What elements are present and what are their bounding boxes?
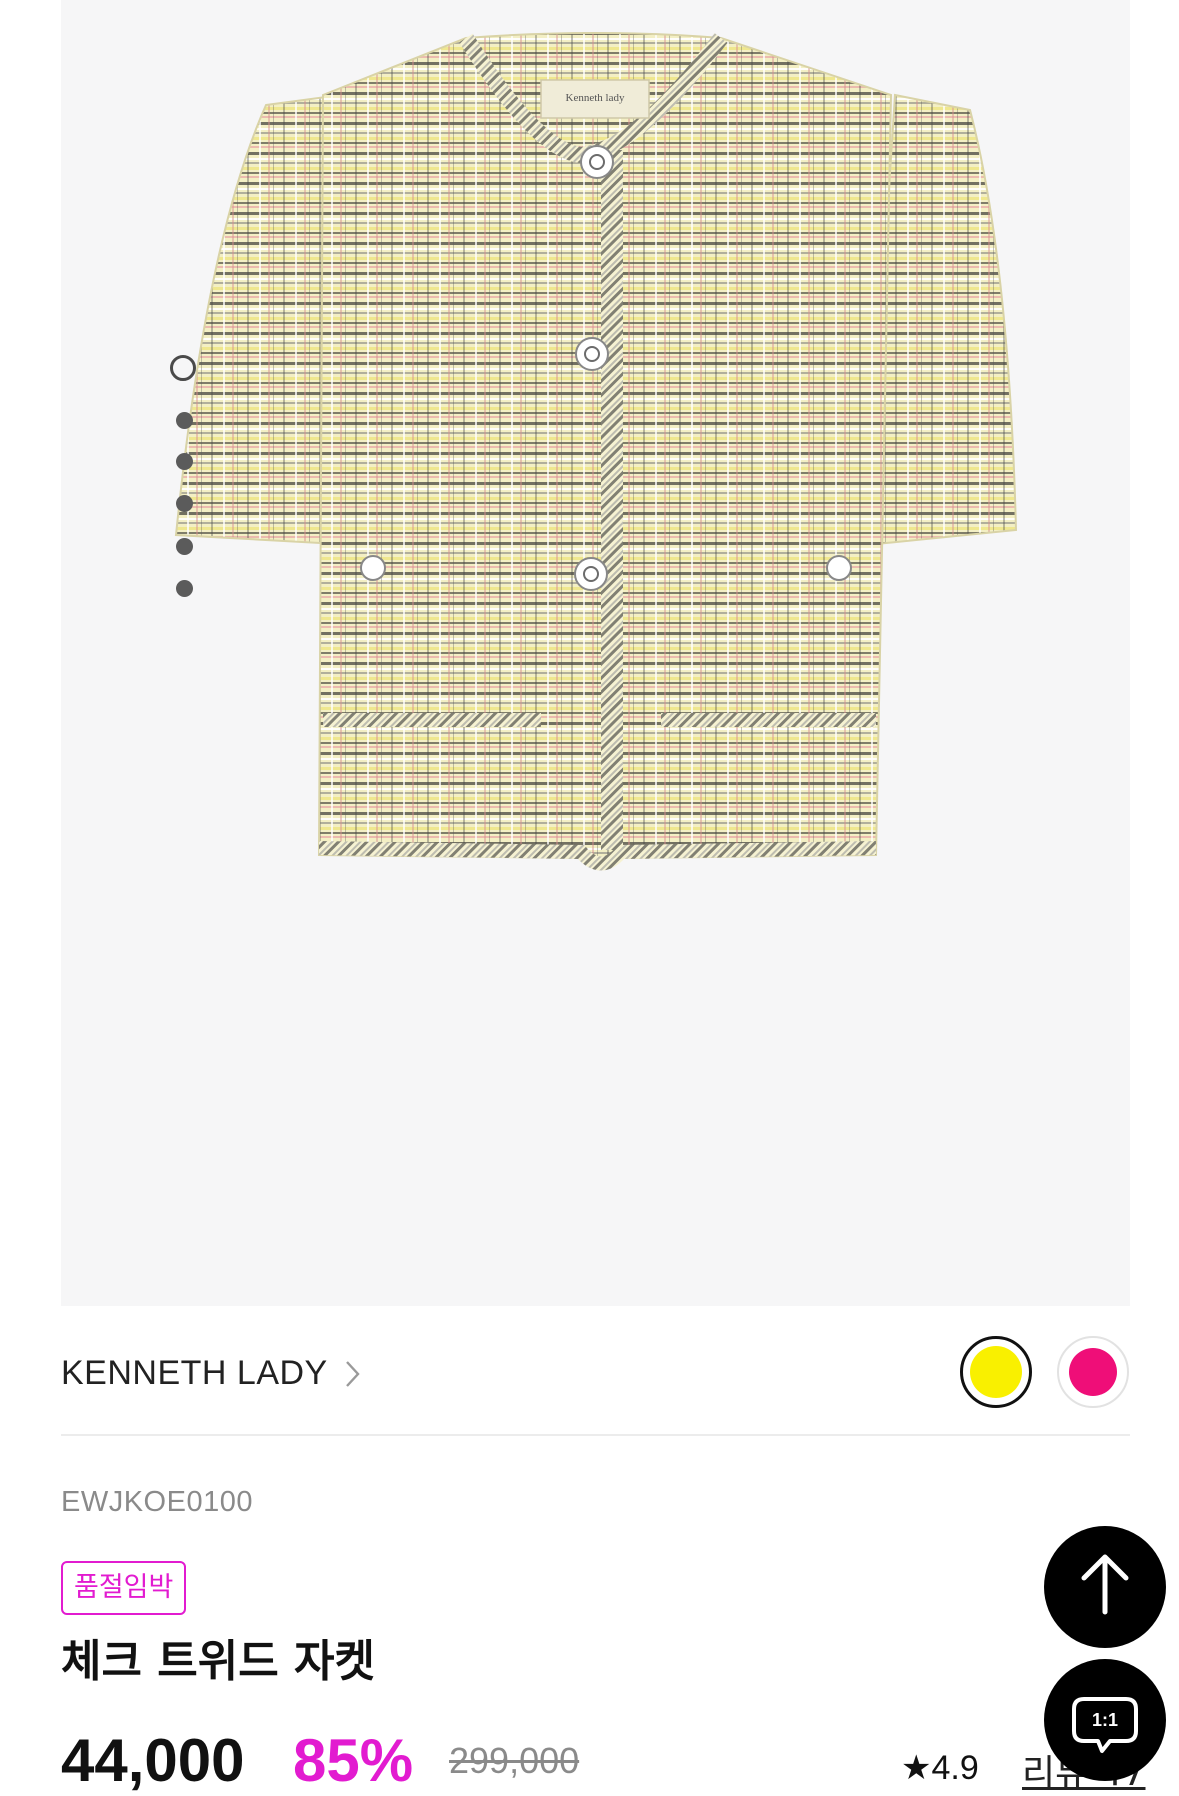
status-badge: 품절임박 — [61, 1561, 187, 1615]
pagination-dot[interactable] — [176, 453, 193, 470]
swatch-fill-pink — [1069, 1348, 1117, 1396]
product-image: Kenneth lady — [174, 32, 1018, 871]
brand-row: KENNETH LADY — [61, 1336, 1130, 1416]
color-swatch-pink[interactable] — [1057, 1336, 1129, 1408]
pagination-dot-active[interactable] — [170, 355, 196, 381]
brand-name-link[interactable]: KENNETH LADY — [61, 1354, 328, 1393]
jacket-label-text: Kenneth lady — [566, 92, 625, 104]
pagination-dot[interactable] — [176, 580, 193, 597]
sale-price: 44,000 — [61, 1727, 245, 1794]
scroll-to-top-button[interactable] — [1044, 1526, 1166, 1648]
product-sku: EWJKOE0100 — [61, 1486, 253, 1518]
pagination-dot[interactable] — [176, 495, 193, 512]
original-price: 299,000 — [449, 1740, 580, 1781]
arrow-up-icon — [1081, 1554, 1129, 1615]
pagination-dot[interactable] — [176, 412, 193, 429]
chat-button[interactable]: 1:1 — [1044, 1659, 1166, 1781]
chat-label: 1:1 — [1092, 1710, 1118, 1730]
divider — [61, 1434, 1130, 1436]
chat-icon: 1:1 — [1072, 1697, 1138, 1753]
product-title: 체크 트위드 자켓 — [61, 1636, 375, 1687]
chevron-right-icon — [346, 1361, 360, 1387]
pagination-dot[interactable] — [176, 538, 193, 555]
color-swatch-yellow[interactable] — [960, 1336, 1032, 1408]
star-icon: ★ — [901, 1749, 932, 1787]
discount-rate: 85% — [293, 1727, 414, 1794]
swatch-fill-yellow — [970, 1346, 1022, 1398]
rating-value: 4.9 — [931, 1749, 979, 1787]
rating: ★4.9 — [901, 1748, 979, 1788]
product-image-gallery[interactable]: Kenneth lady — [61, 0, 1130, 1306]
